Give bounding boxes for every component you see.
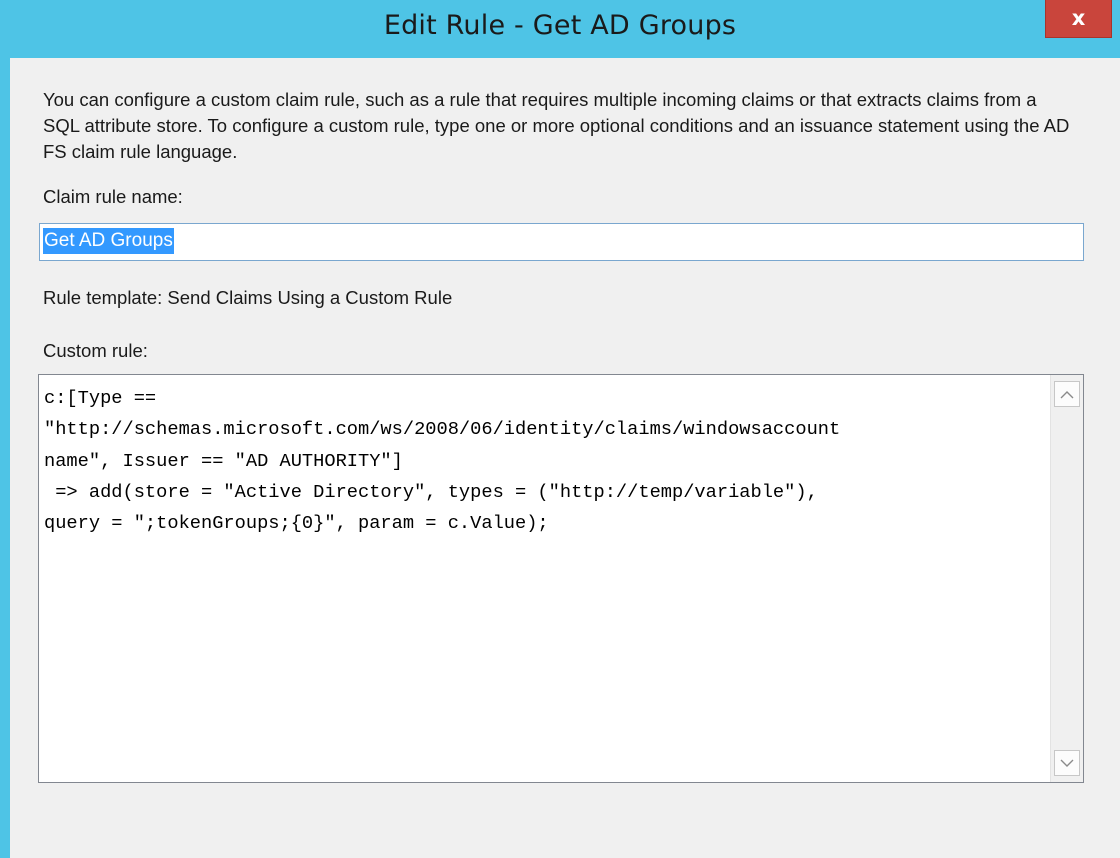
dialog-description: You can configure a custom claim rule, s… [43, 89, 1070, 162]
rule-line: "http://schemas.microsoft.com/ws/2008/06… [44, 418, 841, 441]
dialog-body: You can configure a custom claim rule, s… [10, 58, 1120, 858]
close-icon: x [1071, 6, 1086, 30]
window-title: Edit Rule - Get AD Groups [383, 10, 737, 41]
custom-rule-textarea[interactable]: c:[Type == "http://schemas.microsoft.com… [38, 374, 1084, 783]
scroll-down-button[interactable] [1054, 750, 1080, 776]
vertical-scrollbar[interactable] [1050, 375, 1083, 782]
custom-rule-text: c:[Type == "http://schemas.microsoft.com… [44, 383, 1044, 539]
chevron-down-icon [1060, 759, 1074, 767]
title-bar[interactable]: Edit Rule - Get AD Groups x [0, 0, 1120, 56]
claim-rule-name-label: Claim rule name: [43, 186, 183, 207]
rule-line: query = ";tokenGroups;{0}", param = c.Va… [44, 512, 549, 535]
chevron-up-icon [1060, 390, 1074, 398]
rule-template-label: Rule template: Send Claims Using a Custo… [43, 287, 453, 308]
claim-rule-name-input[interactable]: Get AD Groups [39, 223, 1084, 261]
close-button[interactable]: x [1045, 0, 1112, 38]
scroll-up-button[interactable] [1054, 381, 1080, 407]
claim-rule-name-value: Get AD Groups [43, 228, 174, 254]
custom-rule-label: Custom rule: [43, 340, 148, 361]
rule-line: name", Issuer == "AD AUTHORITY"] [44, 449, 403, 472]
rule-line: c:[Type == [44, 387, 157, 409]
rule-line: => add(store = "Active Directory", types… [44, 480, 818, 503]
dialog-window: Edit Rule - Get AD Groups x You can conf… [0, 0, 1120, 858]
